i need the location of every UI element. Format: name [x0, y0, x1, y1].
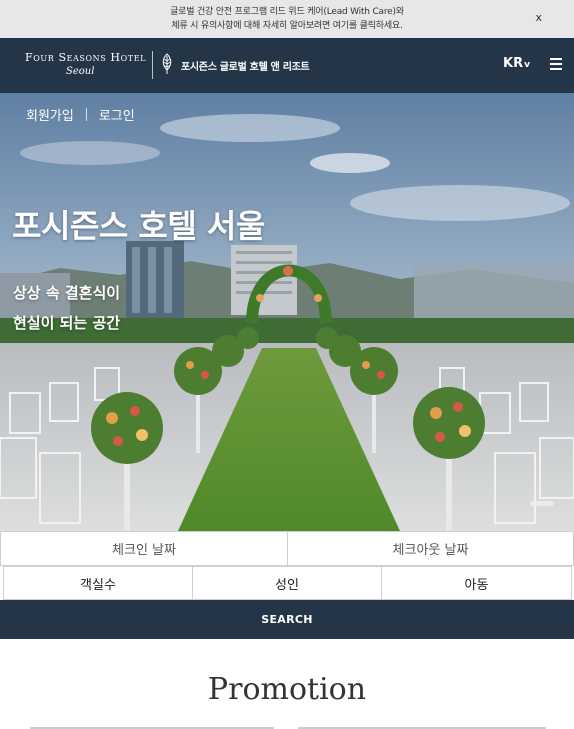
- brand-divider: [152, 51, 153, 79]
- chevron-down-icon: v: [524, 60, 530, 70]
- hero-subtitle: 상상 속 결혼식이 현실이 되는 공간: [13, 278, 120, 338]
- checkout-date-field[interactable]: 체크아웃 날짜: [287, 531, 574, 566]
- hero-title: 포시즌스 호텔 서울: [12, 207, 265, 245]
- hero-banner[interactable]: 회원가입 로그인 포시즌스 호텔 서울 상상 속 결혼식이 현실이 되는 공간: [0, 93, 574, 531]
- auth-links: 회원가입 로그인: [26, 105, 135, 124]
- checkout-label: 체크아웃 날짜: [392, 543, 469, 558]
- rooms-label: 객실수: [80, 577, 116, 593]
- children-label: 아동: [464, 577, 489, 593]
- slide-indicator[interactable]: [530, 501, 554, 506]
- adults-label: 성인: [275, 577, 299, 593]
- signup-link[interactable]: 회원가입: [26, 105, 74, 124]
- brand-logo-text[interactable]: Four Seasons Hotel: [25, 51, 146, 64]
- brand-subtitle[interactable]: 포시즌스 글로벌 호텔 앤 리조트: [181, 58, 310, 73]
- brand-city[interactable]: Seoul: [66, 66, 94, 77]
- hero-subtitle-line-2: 현실이 되는 공간: [13, 314, 121, 332]
- notice-text[interactable]: 글로벌 건강 안전 프로그램 리드 위드 케어(Lead With Care)와…: [60, 5, 514, 33]
- search-button[interactable]: SEARCH: [0, 600, 574, 639]
- booking-form: 체크인 날짜 체크아웃 날짜 객실수 성인 아동 SEARCH: [0, 531, 574, 639]
- checkin-date-field[interactable]: 체크인 날짜: [0, 531, 288, 566]
- site-header: Four Seasons Hotel Seoul 포시즌스 글로벌 호텔 앤 리…: [0, 38, 574, 93]
- hamburger-icon[interactable]: [550, 58, 562, 70]
- notice-line-2: 체류 시 유의사항에 대해 자세히 알아보려면 여기를 클릭하세요.: [171, 21, 403, 31]
- login-link[interactable]: 로그인: [99, 105, 135, 124]
- close-icon[interactable]: x: [535, 11, 542, 24]
- hero-subtitle-line-1: 상상 속 결혼식이: [13, 284, 121, 302]
- auth-divider: [85, 108, 87, 121]
- tree-icon: [162, 53, 172, 74]
- language-label: KR: [503, 56, 524, 71]
- children-select[interactable]: 아동: [381, 566, 572, 600]
- language-selector[interactable]: KRv: [503, 56, 530, 71]
- promotion-title: Promotion: [207, 672, 367, 707]
- checkin-label: 체크인 날짜: [112, 543, 176, 558]
- notice-bar[interactable]: 글로벌 건강 안전 프로그램 리드 위드 케어(Lead With Care)와…: [0, 0, 574, 38]
- rooms-select[interactable]: 객실수: [3, 566, 193, 600]
- notice-line-1: 글로벌 건강 안전 프로그램 리드 위드 케어(Lead With Care)와: [170, 7, 404, 17]
- adults-select[interactable]: 성인: [192, 566, 382, 600]
